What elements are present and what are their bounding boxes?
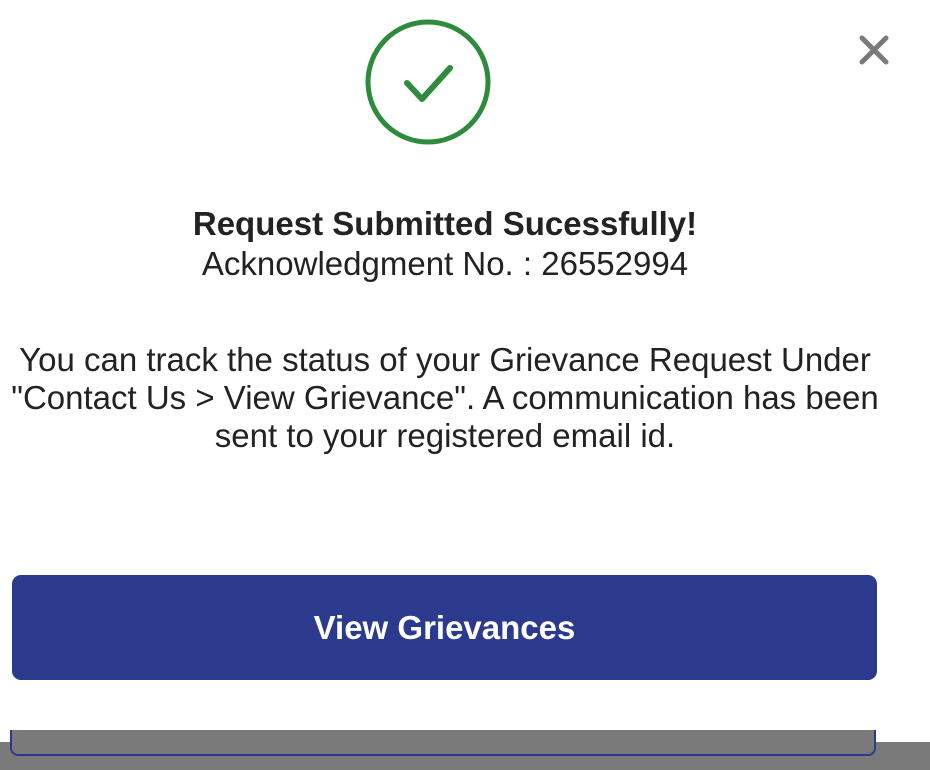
view-grievances-button[interactable]: View Grievances [12,575,877,680]
success-dialog: Request Submitted Sucessfully! Acknowled… [0,0,930,742]
close-icon [859,35,889,65]
underlying-input-edge [10,730,876,756]
acknowledgment-line: Acknowledgment No. : 26552994 [0,243,890,285]
acknowledgment-number: 26552994 [541,245,689,282]
acknowledgment-separator: : [513,245,542,282]
dialog-title: Request Submitted Sucessfully! [192,205,698,242]
check-circle-icon [365,19,491,145]
close-button[interactable] [852,28,896,72]
acknowledgment-label: Acknowledgment No. [201,245,514,282]
dialog-message: You can track the status of your Grievan… [11,341,879,454]
